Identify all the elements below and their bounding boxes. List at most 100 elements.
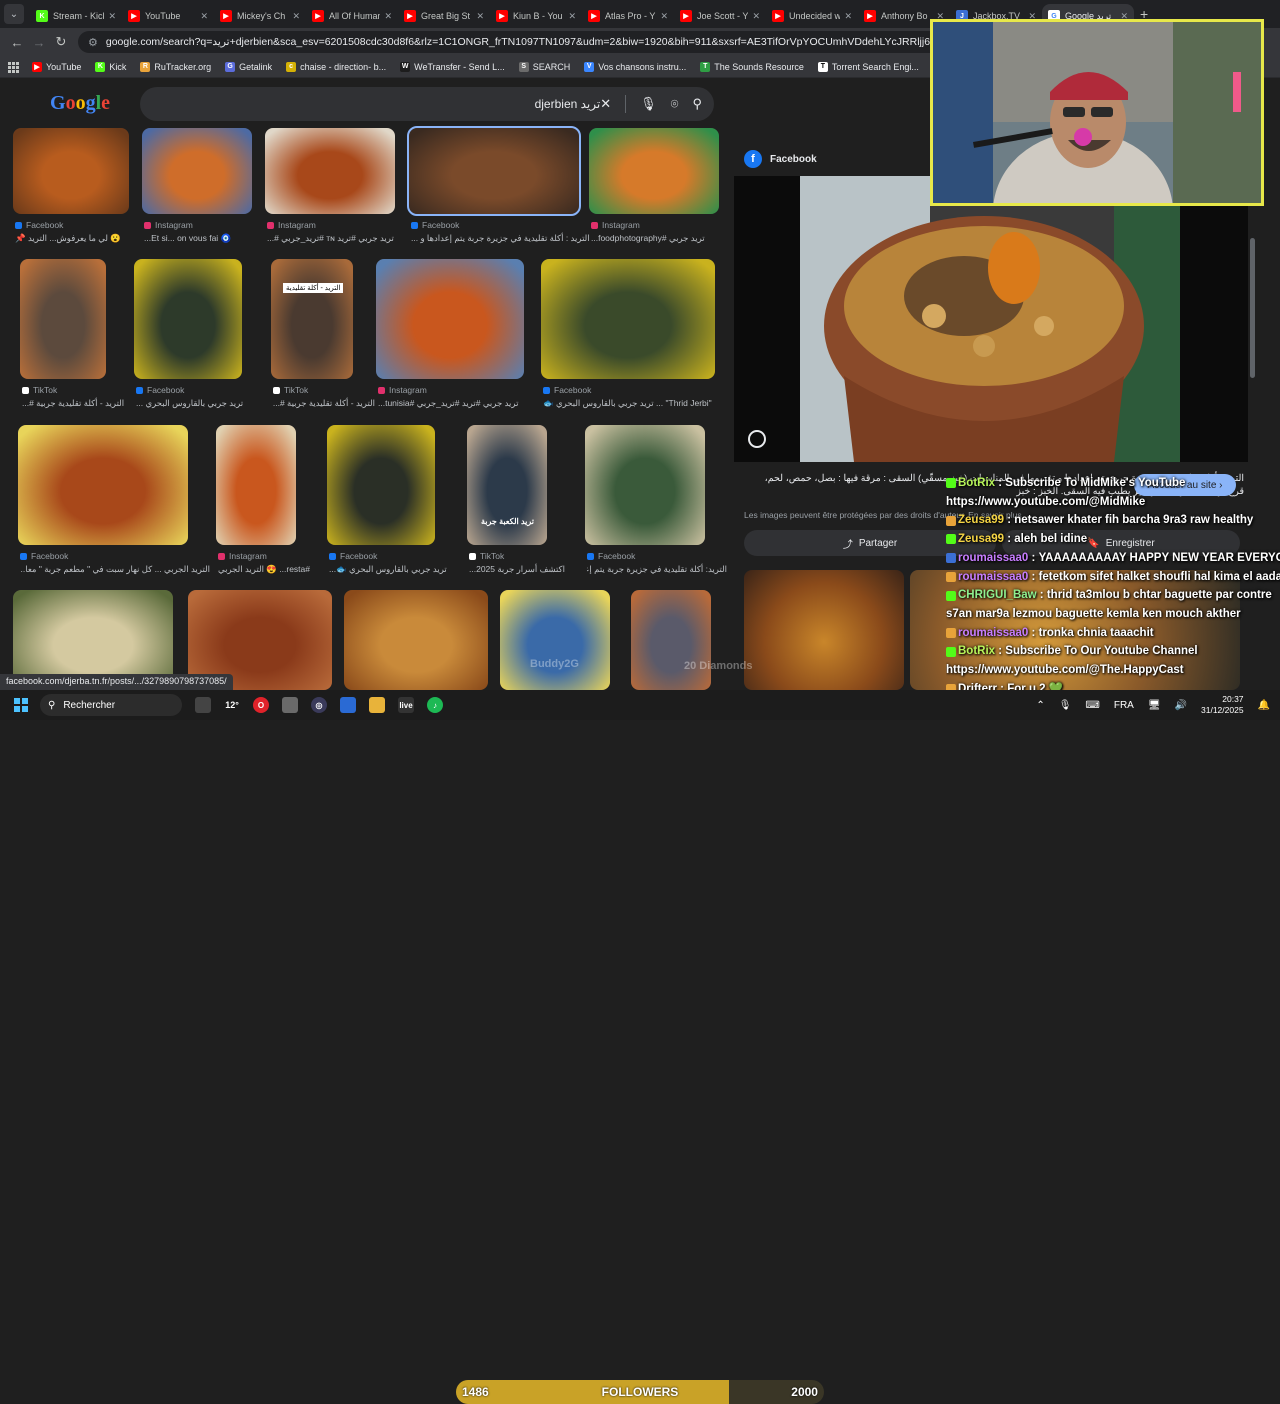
bookmark-4[interactable]: c chaise - direction- b... (286, 61, 386, 72)
network-icon[interactable]: 🖥 (1148, 700, 1161, 711)
result-image[interactable] (407, 126, 581, 216)
weather-icon[interactable]: 12° (224, 697, 240, 713)
result-image[interactable] (327, 425, 435, 545)
result-image[interactable] (216, 425, 296, 545)
tab-close-icon[interactable]: ✕ (108, 11, 116, 22)
result-caption[interactable]: Facebook تريد جربي بالقاروس البحري ... (136, 385, 264, 409)
result-caption[interactable]: Instagram #resta... 😍 التريد الجربي (218, 551, 318, 575)
scrollbar-thumb[interactable] (1250, 238, 1255, 378)
tab-close-icon[interactable]: ✕ (752, 11, 760, 22)
chat-username[interactable]: Zeusa99 (958, 511, 1004, 530)
tray-overflow-icon[interactable]: ⌃ (1036, 700, 1044, 711)
search-input[interactable] (154, 97, 601, 111)
mic-icon[interactable]: 🎙 (1059, 700, 1072, 711)
result-image[interactable] (376, 259, 524, 379)
result-image[interactable] (585, 425, 705, 545)
result-image[interactable] (500, 590, 610, 690)
media-icon[interactable]: ◎ (311, 697, 327, 713)
tab-4[interactable]: ▶ Great Big St ✕ (398, 4, 490, 28)
bookmark-7[interactable]: V Vos chansons instru... (584, 61, 686, 72)
bookmark-2[interactable]: R RuTracker.org (140, 61, 211, 72)
bookmark-6[interactable]: S SEARCH (518, 61, 570, 72)
result-caption[interactable]: Facebook التريد الجربي ... كل نهار سبت في… (20, 551, 210, 575)
tab-0[interactable]: K Stream - Kick ✕ (30, 4, 122, 28)
photos-icon[interactable] (340, 697, 356, 713)
tab-close-icon[interactable]: ✕ (384, 11, 392, 22)
bookmark-1[interactable]: K Kick (95, 61, 126, 72)
result-caption[interactable]: Facebook تريد جربي بالقاروس البحري 🐟... (329, 551, 457, 575)
tab-close-icon[interactable]: ✕ (660, 11, 668, 22)
result-image[interactable] (134, 259, 242, 379)
result-image[interactable] (13, 128, 129, 214)
chat-username[interactable]: Zeusa99 (958, 530, 1004, 549)
related-image-1[interactable] (744, 570, 904, 690)
result-caption[interactable]: Instagram تريد جربي #foodphotography... (591, 220, 741, 244)
bookmark-0[interactable]: ▶ YouTube (32, 61, 81, 72)
forward-icon[interactable]: → (28, 35, 50, 50)
apps-grid-icon[interactable] (8, 61, 19, 73)
result-image[interactable] (20, 259, 106, 379)
chat-username[interactable]: BotRix (958, 642, 995, 661)
result-image[interactable] (631, 590, 711, 690)
tab-8[interactable]: ▶ Undecided w ✕ (766, 4, 858, 28)
bookmark-3[interactable]: G Getalink (225, 61, 272, 72)
tab-search-icon[interactable]: ⌄ (4, 4, 24, 24)
result-image[interactable] (541, 259, 715, 379)
tab-5[interactable]: ▶ Kiun B - You ✕ (490, 4, 582, 28)
result-image[interactable] (18, 425, 188, 545)
chat-username[interactable]: CHRIGUI_Baw (958, 586, 1037, 605)
tab-3[interactable]: ▶ All Of Human ✕ (306, 4, 398, 28)
file-icon[interactable] (282, 697, 298, 713)
opera-icon[interactable]: O (253, 697, 269, 713)
microphone-icon[interactable]: 🎙 (640, 96, 657, 112)
bookmark-5[interactable]: W WeTransfer - Send L... (400, 61, 505, 72)
keyboard-icon[interactable]: ⌨ (1085, 700, 1099, 711)
result-image[interactable] (589, 128, 719, 214)
result-caption[interactable]: Facebook 😮 لي ما يعرفوش... التريد 📌 (15, 220, 151, 244)
site-info-icon[interactable]: ⚙ (88, 36, 98, 49)
bookmark-9[interactable]: T Torrent Search Engi... (817, 61, 919, 72)
tab-7[interactable]: ▶ Joe Scott - Y ✕ (674, 4, 766, 28)
lens-search-icon[interactable] (748, 430, 766, 448)
tab-1[interactable]: ▶ YouTube ✕ (122, 4, 214, 28)
tab-2[interactable]: ▶ Mickey's Ch ✕ (214, 4, 306, 28)
result-image[interactable]: التريد - أكلة تقليدية (271, 259, 353, 379)
preview-image[interactable] (734, 176, 1248, 462)
language-indicator[interactable]: FRA (1114, 700, 1134, 711)
live-icon[interactable]: live (398, 697, 414, 713)
result-image[interactable] (344, 590, 488, 690)
spotify-icon[interactable]: ♪ (427, 697, 443, 713)
result-caption[interactable]: TikTok التريد - أكلة تقليدية جربية #... (22, 385, 128, 409)
result-caption[interactable]: Facebook التريد: أكلة تقليدية في جزيرة جر… (587, 551, 727, 575)
back-icon[interactable]: ← (6, 35, 28, 50)
result-image[interactable] (142, 128, 252, 214)
chat-username[interactable]: BotRix (958, 474, 995, 493)
google-logo[interactable]: Google (50, 92, 110, 115)
tab-close-icon[interactable]: ✕ (568, 11, 576, 22)
tab-6[interactable]: ▶ Atlas Pro - Y ✕ (582, 4, 674, 28)
tab-close-icon[interactable]: ✕ (476, 11, 484, 22)
result-caption[interactable]: Instagram تريد جربي #تريد #تريد_جربي #tun… (378, 385, 546, 409)
result-caption[interactable]: Instagram 🧿 Et si... on vous fai... (144, 220, 274, 244)
result-caption[interactable]: TikTok اكتشف أسرار جربة 2025... (469, 551, 569, 575)
result-image[interactable] (265, 128, 395, 214)
result-caption[interactable]: Facebook التريد : أكلة تقليدية في جزيرة ج… (411, 220, 601, 244)
chat-username[interactable]: roumaissaa0 (958, 624, 1028, 643)
search-icon[interactable]: ⚲ (692, 96, 702, 112)
folder-icon[interactable] (369, 697, 385, 713)
tab-close-icon[interactable]: ✕ (292, 11, 300, 22)
bookmark-8[interactable]: T The Sounds Resource (700, 61, 804, 72)
result-caption[interactable]: TikTok التريد - أكلة تقليدية جربية #... (273, 385, 375, 409)
reload-icon[interactable]: ↻ (50, 34, 72, 50)
result-caption[interactable]: Instagram تريد جربي #تريد ᴛɴ #تريد_جربي #… (267, 220, 417, 244)
result-caption[interactable]: Facebook "Thrid Jerbi" ... تريد جربي بالق… (543, 385, 737, 409)
result-image[interactable]: تريد الكعبة جربة (467, 425, 547, 545)
clock[interactable]: 20:37 31/12/2025 (1201, 694, 1244, 716)
clear-icon[interactable]: ✕ (600, 96, 611, 112)
panel-source[interactable]: f Facebook (744, 150, 817, 168)
notification-bell-icon[interactable]: 🔔 (1258, 700, 1270, 711)
windows-start-icon[interactable] (14, 698, 28, 712)
tab-close-icon[interactable]: ✕ (200, 11, 208, 22)
taskbar-search[interactable]: ⚲ Rechercher (40, 694, 182, 716)
chat-username[interactable]: roumaissaa0 (958, 568, 1028, 587)
